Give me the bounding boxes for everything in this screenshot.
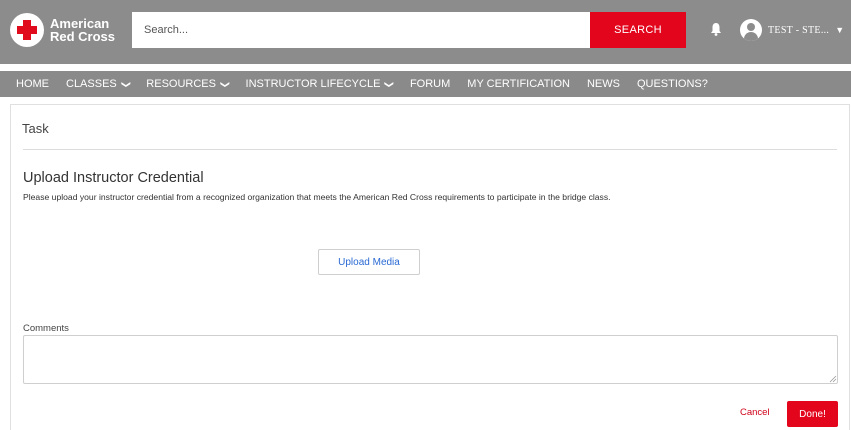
red-cross-icon [10,13,44,47]
main-nav: HOME CLASSES ❯ RESOURCES ❯ INSTRUCTOR LIFE… [0,71,851,97]
nav-item-instructor-lifecycle[interactable]: INSTRUCTOR LIFECYCLE ❯ [245,78,395,90]
upload-media-button[interactable]: Upload Media [318,249,420,275]
nav-item-label: MY CERTIFICATION [467,78,570,90]
brand-name: American Red Cross [50,17,115,43]
cancel-button[interactable]: Cancel [740,407,770,418]
resize-grip-icon[interactable] [829,375,837,383]
red-cross-logo[interactable]: American Red Cross [10,13,115,47]
comments-label: Comments [23,323,69,334]
nav-item-questions[interactable]: QUESTIONS? [637,78,708,90]
done-button[interactable]: Done! [787,401,838,427]
chevron-down-icon: ❯ [220,80,231,88]
divider [23,149,837,150]
caret-down-icon: ▼ [835,25,845,35]
nav-item-my-certification[interactable]: MY CERTIFICATION [467,78,570,90]
user-menu[interactable]: TEST - STE... ▼ [740,18,844,42]
nav-item-label: HOME [16,78,49,90]
top-header: American Red Cross SEARCH TEST - STE... … [0,0,851,64]
nav-item-forum[interactable]: FORUM [410,78,450,90]
brand-line-2: Red Cross [50,29,116,44]
section-description: Please upload your instructor credential… [23,192,611,202]
bell-icon[interactable] [710,22,722,36]
chevron-down-icon: ❯ [121,80,132,88]
nav-item-label: CLASSES [66,78,117,90]
search-input[interactable] [132,12,590,48]
task-title: Task [22,121,49,136]
chevron-down-icon: ❯ [384,80,395,88]
nav-item-label: INSTRUCTOR LIFECYCLE [245,78,381,90]
nav-item-news[interactable]: NEWS [587,78,620,90]
section-title: Upload Instructor Credential [23,170,204,186]
nav-item-home[interactable]: HOME [16,78,49,90]
search-button[interactable]: SEARCH [590,12,686,48]
user-avatar-icon [740,19,762,41]
task-card: Task Upload Instructor Credential Please… [10,104,850,430]
nav-item-resources[interactable]: RESOURCES ❯ [146,78,231,90]
nav-item-label: QUESTIONS? [636,78,708,90]
comments-field[interactable] [23,335,838,384]
nav-item-classes[interactable]: CLASSES ❯ [66,78,132,90]
nav-item-label: NEWS [586,78,620,90]
user-name: TEST - STE... [768,24,830,36]
nav-item-label: FORUM [409,78,451,90]
nav-item-label: RESOURCES [146,78,216,90]
